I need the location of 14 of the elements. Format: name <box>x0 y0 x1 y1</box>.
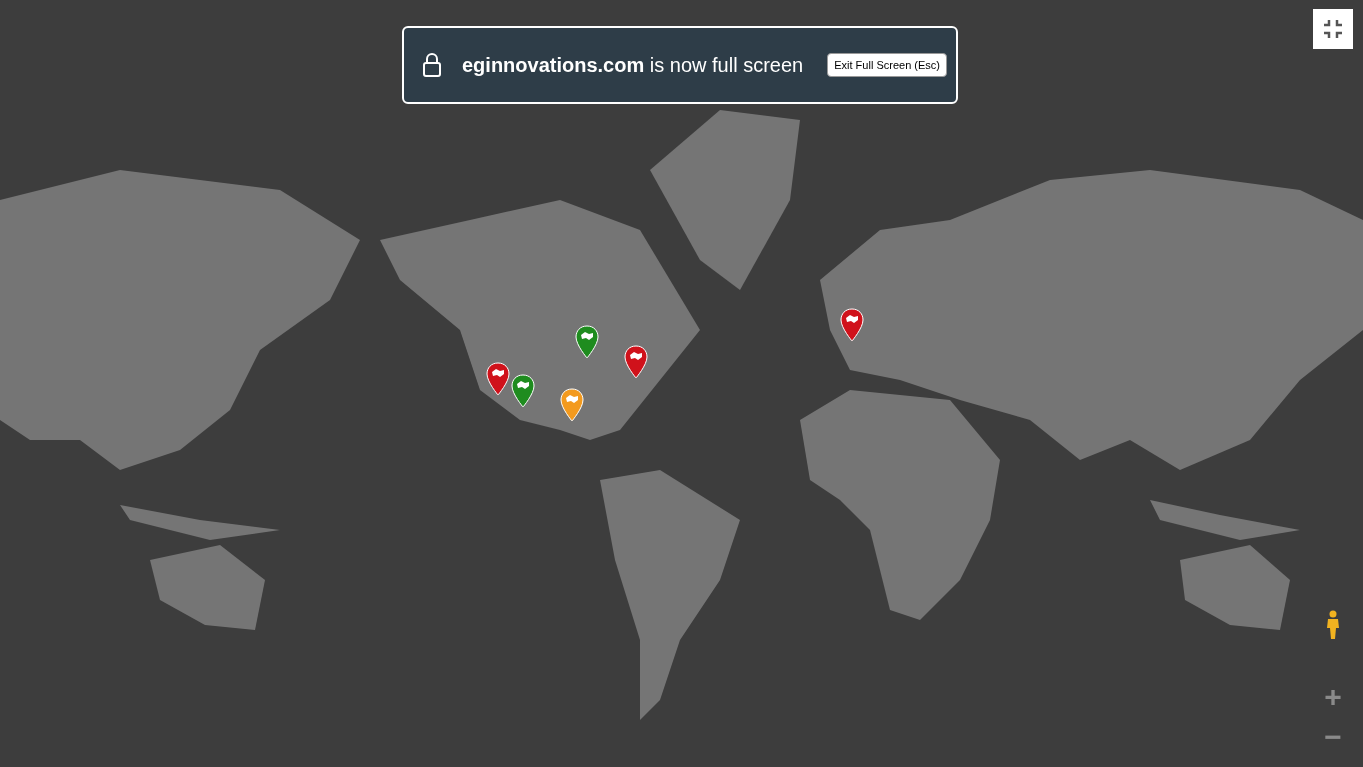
exit-full-screen-button[interactable]: Exit Full Screen (Esc) <box>827 52 947 78</box>
map-marker-icon[interactable] <box>840 308 864 342</box>
fullscreen-message: eginnovations.com is now full screen <box>462 53 804 78</box>
pegman-icon[interactable] <box>1325 610 1341 640</box>
map-marker-icon[interactable] <box>624 345 648 379</box>
exit-fullscreen-button[interactable] <box>1313 9 1353 49</box>
zoom-in-button[interactable]: + <box>1318 682 1348 712</box>
map-marker-icon[interactable] <box>575 325 599 359</box>
map-marker-icon[interactable] <box>560 388 584 422</box>
map-marker-icon[interactable] <box>511 374 535 408</box>
exit-fullscreen-icon <box>1323 19 1343 39</box>
zoom-out-button[interactable]: − <box>1318 722 1348 752</box>
map-marker-icon[interactable] <box>486 362 510 396</box>
lock-icon <box>422 53 442 77</box>
